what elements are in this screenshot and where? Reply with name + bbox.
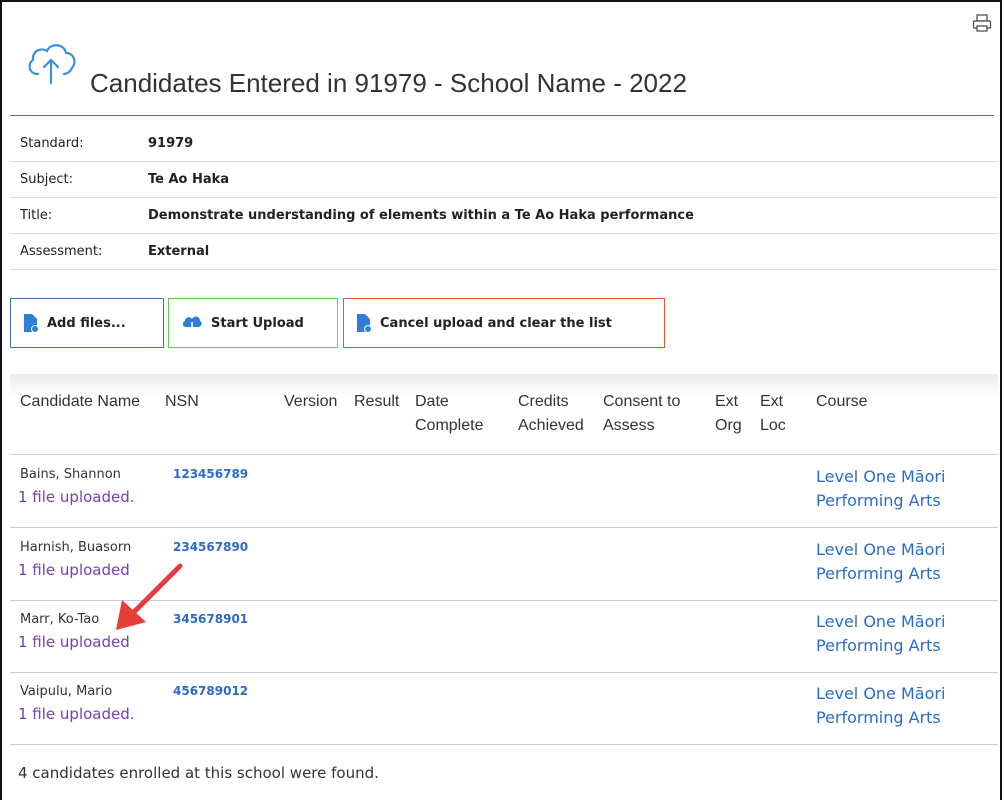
column-header-name[interactable]: Candidate Name [20, 390, 140, 414]
course-link[interactable]: Level One Māori Performing Arts [816, 682, 991, 730]
course-line: Level One Māori [816, 684, 946, 703]
file-cancel-icon [357, 314, 372, 333]
header-line: Credits [518, 393, 569, 410]
course-link[interactable]: Level One Māori Performing Arts [816, 538, 991, 586]
info-value: 91979 [138, 126, 998, 162]
header-line: Complete [415, 417, 484, 434]
table-row: Vaipulu, Mario 1 file uploaded. 45678901… [10, 672, 998, 745]
column-header-nsn[interactable]: NSN [165, 390, 199, 414]
info-row-title: Title: Demonstrate understanding of elem… [10, 197, 998, 234]
header-line: Loc [760, 417, 786, 434]
cloud-upload-small-icon [182, 316, 202, 330]
info-label: Assessment: [10, 233, 138, 270]
info-row-subject: Subject: Te Ao Haka [10, 161, 998, 198]
candidate-name: Harnish, Buasorn [20, 540, 132, 555]
header-line: Org [715, 417, 742, 434]
cloud-upload-icon [28, 44, 76, 84]
nsn-link[interactable]: 123456789 [173, 467, 248, 481]
column-header-ext-loc[interactable]: Ext Loc [760, 390, 786, 438]
header-line: Date [415, 393, 449, 410]
file-add-icon [24, 314, 39, 333]
column-header-date[interactable]: Date Complete [415, 390, 483, 438]
printer-icon[interactable] [972, 14, 992, 32]
info-label: Subject: [10, 161, 138, 198]
course-line: Performing Arts [816, 564, 941, 583]
course-link[interactable]: Level One Māori Performing Arts [816, 610, 991, 658]
start-upload-button[interactable]: Start Upload [168, 298, 338, 348]
info-row-assessment: Assessment: External [10, 233, 998, 270]
info-label: Title: [10, 197, 138, 234]
table-row: Bains, Shannon 1 file uploaded. 12345678… [10, 455, 998, 528]
header-line: Consent to [603, 393, 681, 410]
course-line: Level One Māori [816, 467, 946, 486]
header-line: Ext [760, 393, 784, 410]
page-title: Candidates Entered in 91979 - School Nam… [90, 68, 687, 98]
nsn-link[interactable]: 234567890 [173, 540, 248, 554]
cancel-upload-button[interactable]: Cancel upload and clear the list [343, 298, 665, 348]
candidate-name: Bains, Shannon [20, 467, 121, 482]
column-header-consent[interactable]: Consent to Assess [603, 390, 680, 438]
candidates-table-header: Candidate Name NSN Version Result Date C… [10, 374, 998, 455]
info-value: Te Ao Haka [138, 161, 998, 198]
standard-info-table: Standard: 91979 Subject: Te Ao Haka Titl… [10, 126, 998, 270]
title-divider [10, 115, 994, 116]
course-line: Performing Arts [816, 708, 941, 727]
info-value: External [138, 233, 998, 270]
info-row-standard: Standard: 91979 [10, 126, 998, 162]
header-line: Assess [603, 417, 655, 434]
header-line: Achieved [518, 417, 584, 434]
column-header-credits[interactable]: Credits Achieved [518, 390, 584, 438]
upload-status: 1 file uploaded. [18, 705, 135, 723]
column-header-version[interactable]: Version [284, 390, 337, 414]
info-label: Standard: [10, 126, 138, 162]
cancel-upload-label: Cancel upload and clear the list [380, 315, 612, 331]
add-files-label: Add files... [47, 315, 126, 331]
start-upload-label: Start Upload [211, 315, 304, 331]
candidate-name: Vaipulu, Mario [20, 684, 113, 699]
course-line: Performing Arts [816, 636, 941, 655]
add-files-button[interactable]: Add files... [10, 298, 164, 348]
candidates-count-text: 4 candidates enrolled at this school wer… [18, 764, 379, 782]
info-value: Demonstrate understanding of elements wi… [138, 197, 998, 234]
column-header-ext-org[interactable]: Ext Org [715, 390, 742, 438]
header-line: Ext [715, 393, 739, 410]
annotation-arrow [116, 563, 183, 630]
course-line: Performing Arts [816, 491, 941, 510]
column-header-result[interactable]: Result [354, 390, 399, 414]
candidate-name: Marr, Ko-Tao [20, 612, 100, 627]
course-line: Level One Māori [816, 612, 946, 631]
nsn-link[interactable]: 456789012 [173, 684, 248, 698]
column-header-course[interactable]: Course [816, 390, 868, 414]
course-line: Level One Māori [816, 540, 946, 559]
course-link[interactable]: Level One Māori Performing Arts [816, 465, 991, 513]
upload-status: 1 file uploaded. [18, 488, 135, 506]
